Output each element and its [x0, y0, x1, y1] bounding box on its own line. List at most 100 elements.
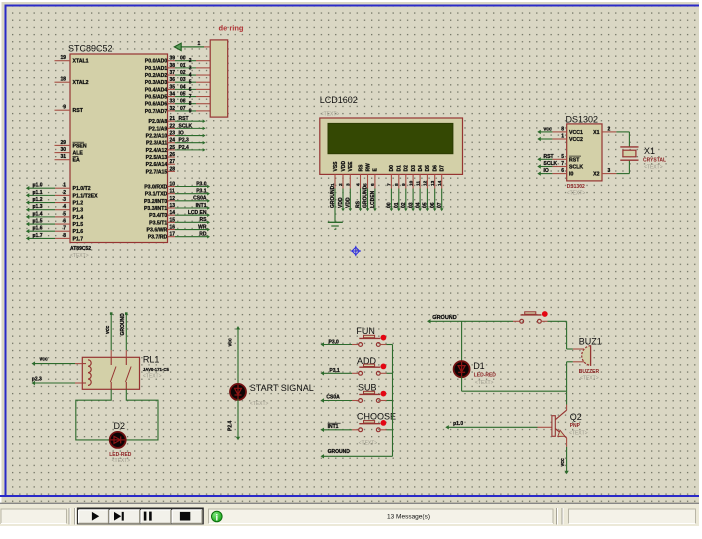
svg-text:34: 34 — [170, 92, 176, 98]
svg-text:D1: D1 — [473, 361, 485, 371]
svg-text:28: 28 — [170, 166, 176, 172]
svg-text:AT89C52: AT89C52 — [70, 246, 91, 252]
svg-text:4: 4 — [189, 73, 192, 79]
svg-text:06: 06 — [430, 202, 436, 208]
svg-text:2: 2 — [63, 190, 66, 196]
svg-text:VSS: VSS — [333, 161, 339, 172]
svg-text:12: 12 — [423, 180, 429, 186]
svg-text:RL1: RL1 — [143, 355, 160, 365]
svg-text:LED-RED: LED-RED — [474, 373, 497, 379]
svg-text:P1.1/T2EX: P1.1/T2EX — [73, 193, 99, 199]
svg-text:<TEXT>: <TEXT> — [567, 191, 586, 197]
svg-text:SCLK: SCLK — [544, 161, 558, 167]
svg-text:D0: D0 — [389, 165, 395, 172]
svg-text:16: 16 — [170, 225, 176, 231]
svg-text:39: 39 — [170, 56, 176, 62]
svg-text:5: 5 — [363, 183, 369, 186]
svg-text:P2.4: P2.4 — [228, 420, 234, 431]
svg-text:06: 06 — [180, 99, 186, 105]
svg-text:VCC1: VCC1 — [569, 130, 583, 136]
svg-text:7: 7 — [189, 94, 192, 100]
svg-text:P3.4/T0: P3.4/T0 — [149, 213, 167, 219]
svg-text:14: 14 — [437, 180, 443, 186]
svg-text:RD: RD — [199, 231, 207, 237]
svg-text:18: 18 — [60, 77, 66, 83]
svg-text:<TEXT>: <TEXT> — [70, 253, 89, 259]
svg-text:XTAL2: XTAL2 — [73, 80, 89, 86]
svg-text:P1.7: P1.7 — [73, 236, 84, 242]
svg-text:5: 5 — [189, 80, 192, 86]
svg-text:GROUND: GROUND — [330, 185, 336, 208]
svg-text:6: 6 — [189, 87, 192, 93]
svg-text:P2.5/A13: P2.5/A13 — [146, 155, 168, 161]
svg-text:D2: D2 — [114, 421, 126, 431]
svg-text:P3.1: P3.1 — [196, 188, 207, 194]
svg-text:27: 27 — [170, 159, 176, 165]
svg-text:IO: IO — [544, 168, 549, 174]
svg-text:D3: D3 — [411, 165, 417, 172]
svg-text:01: 01 — [394, 202, 400, 208]
svg-text:36: 36 — [170, 77, 176, 83]
svg-text:P3.5/T1: P3.5/T1 — [149, 220, 167, 226]
svg-text:6: 6 — [561, 168, 564, 174]
svg-text:GROUND: GROUND — [328, 449, 351, 455]
svg-text:SCLK: SCLK — [569, 165, 583, 171]
svg-text:<TEXT>: <TEXT> — [143, 374, 162, 380]
svg-text:9: 9 — [63, 105, 66, 111]
svg-text:<TEXT>: <TEXT> — [321, 112, 340, 118]
svg-text:8: 8 — [189, 101, 192, 107]
svg-text:vcc: vcc — [228, 338, 234, 347]
svg-text:P2.3: P2.3 — [179, 138, 190, 144]
svg-text:P3.2/INT0: P3.2/INT0 — [144, 199, 167, 205]
svg-text:RST: RST — [179, 116, 189, 122]
svg-text:RS: RS — [356, 200, 362, 208]
svg-text:P2.1/A9: P2.1/A9 — [149, 126, 168, 132]
svg-text:9: 9 — [189, 108, 192, 114]
svg-text:LCD1602: LCD1602 — [320, 95, 358, 105]
svg-text:24: 24 — [170, 138, 176, 144]
svg-text:CRYSTAL: CRYSTAL — [643, 158, 666, 164]
svg-text:4: 4 — [356, 183, 362, 186]
svg-text:vcc: vcc — [544, 126, 553, 132]
svg-text:7: 7 — [63, 226, 66, 232]
svg-text:XTAL1: XTAL1 — [73, 59, 89, 65]
svg-text:PNP: PNP — [570, 423, 581, 429]
svg-text:LCD EN: LCD EN — [188, 210, 207, 216]
svg-text:p1.0: p1.0 — [453, 421, 463, 427]
svg-text:<TEXT>: <TEXT> — [112, 458, 131, 464]
svg-text:Q2: Q2 — [570, 412, 582, 422]
svg-text:30: 30 — [60, 147, 66, 153]
svg-text:1: 1 — [561, 134, 564, 140]
svg-text:38: 38 — [170, 63, 176, 69]
svg-text:3: 3 — [189, 65, 192, 71]
svg-text:D5: D5 — [425, 165, 431, 172]
svg-text:3: 3 — [346, 183, 352, 186]
svg-text:3: 3 — [608, 168, 611, 174]
svg-text:GROUND: GROUND — [120, 313, 126, 336]
svg-text:ALE: ALE — [73, 151, 84, 157]
svg-text:37: 37 — [170, 70, 176, 76]
svg-text:p1.0: p1.0 — [33, 183, 43, 189]
svg-text:33: 33 — [170, 99, 176, 105]
svg-text:D6: D6 — [433, 165, 439, 172]
svg-text:<TEXT>: <TEXT> — [359, 440, 378, 446]
svg-text:14: 14 — [170, 210, 176, 216]
svg-text:1: 1 — [198, 41, 201, 47]
svg-text:PSEN: PSEN — [73, 143, 87, 149]
svg-text:P3.1/TXD: P3.1/TXD — [145, 192, 168, 198]
svg-text:CS0A: CS0A — [193, 196, 207, 202]
svg-text:GROUND: GROUND — [432, 315, 456, 321]
svg-text:VDD: VDD — [341, 161, 347, 172]
svg-text:BUZZER: BUZZER — [579, 369, 600, 375]
svg-text:P3.3/INT1: P3.3/INT1 — [144, 206, 167, 212]
svg-text:WR: WR — [198, 224, 207, 230]
svg-text:X2: X2 — [593, 172, 599, 178]
svg-text:LCDEN: LCDEN — [370, 190, 376, 208]
svg-text:P1.3: P1.3 — [73, 208, 84, 214]
svg-text:P3.0/RXD: P3.0/RXD — [144, 185, 167, 191]
svg-text:P2.2/A10: P2.2/A10 — [146, 134, 168, 140]
svg-text:3: 3 — [63, 197, 66, 203]
svg-text:19: 19 — [60, 55, 66, 61]
svg-text:P0.1/AD1: P0.1/AD1 — [145, 66, 168, 72]
svg-text:<TEXT>: <TEXT> — [569, 431, 588, 437]
